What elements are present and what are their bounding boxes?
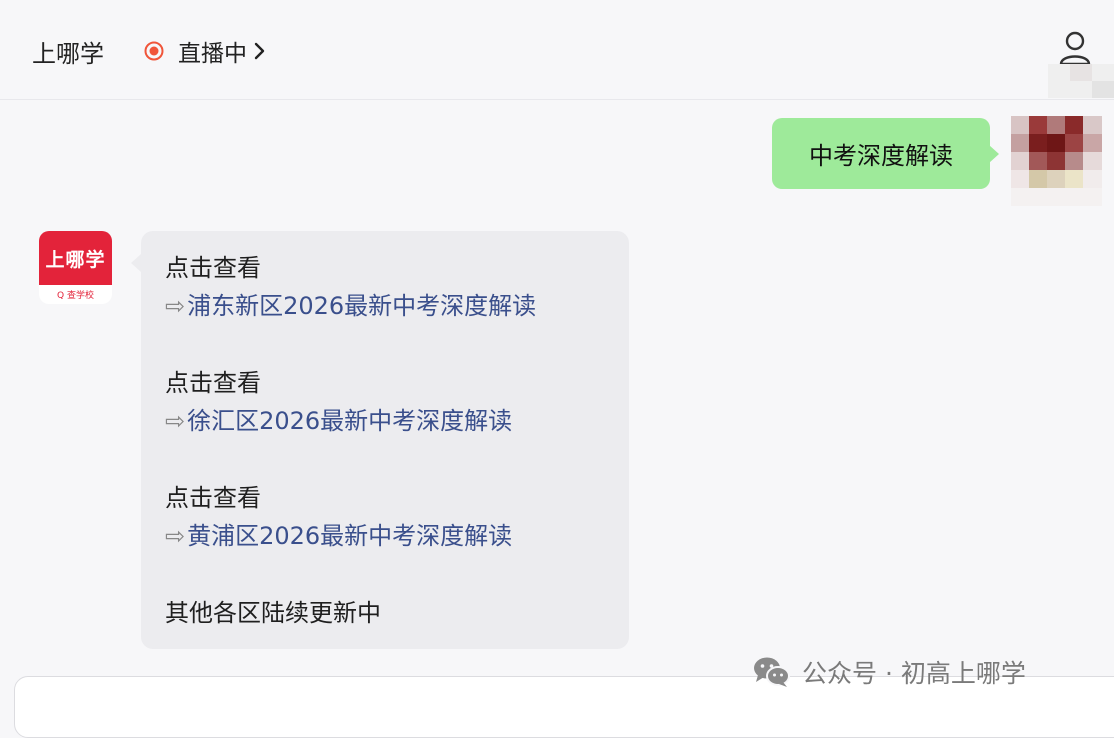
link-huangpu[interactable]: 黄浦区2026最新中考深度解读 <box>187 522 512 550</box>
arrow-right-icon: ⇨ <box>165 292 186 320</box>
message-prompt-1: 点击查看 <box>165 254 261 282</box>
message-footer-note: 其他各区陆续更新中 <box>165 599 381 627</box>
link-xuhui[interactable]: 徐汇区2026最新中考深度解读 <box>187 407 512 435</box>
top-bar: 上哪学 直播中 <box>0 0 1114 100</box>
arrow-right-icon: ⇨ <box>165 522 186 550</box>
link-pudong[interactable]: 浦东新区2026最新中考深度解读 <box>187 292 536 320</box>
live-status-button[interactable]: 直播中 <box>144 34 267 68</box>
bot-avatar-tagline: Q 查学校 <box>39 285 112 304</box>
watermark-text: 公众号 · 初高上哪学 <box>802 659 1026 688</box>
live-dot-icon <box>144 41 164 61</box>
message-prompt-2: 点击查看 <box>165 369 261 397</box>
user-bubble-tail <box>989 145 999 163</box>
message-link-2[interactable]: ⇨徐汇区2026最新中考深度解读 <box>165 402 512 440</box>
user-message-bubble: 中考深度解读 <box>772 118 990 189</box>
chevron-right-icon <box>254 42 265 60</box>
message-prompt-3: 点击查看 <box>165 484 261 512</box>
arrow-right-icon: ⇨ <box>165 407 186 435</box>
message-link-1[interactable]: ⇨浦东新区2026最新中考深度解读 <box>165 287 536 325</box>
bot-avatar-brand: 上哪学 <box>45 248 106 271</box>
bot-avatar[interactable]: 上哪学 Q 查学校 <box>39 231 112 304</box>
user-avatar[interactable] <box>1011 116 1102 206</box>
message-link-3[interactable]: ⇨黄浦区2026最新中考深度解读 <box>165 517 512 555</box>
watermark: 公众号 · 初高上哪学 <box>752 654 1026 690</box>
bot-bubble-tail <box>131 254 141 272</box>
blurred-region <box>1048 64 1114 98</box>
live-status-label: 直播中 <box>178 41 247 67</box>
bot-avatar-logo: 上哪学 <box>39 231 112 285</box>
app-title: 上哪学 <box>32 40 104 68</box>
wechat-icon <box>754 657 790 687</box>
